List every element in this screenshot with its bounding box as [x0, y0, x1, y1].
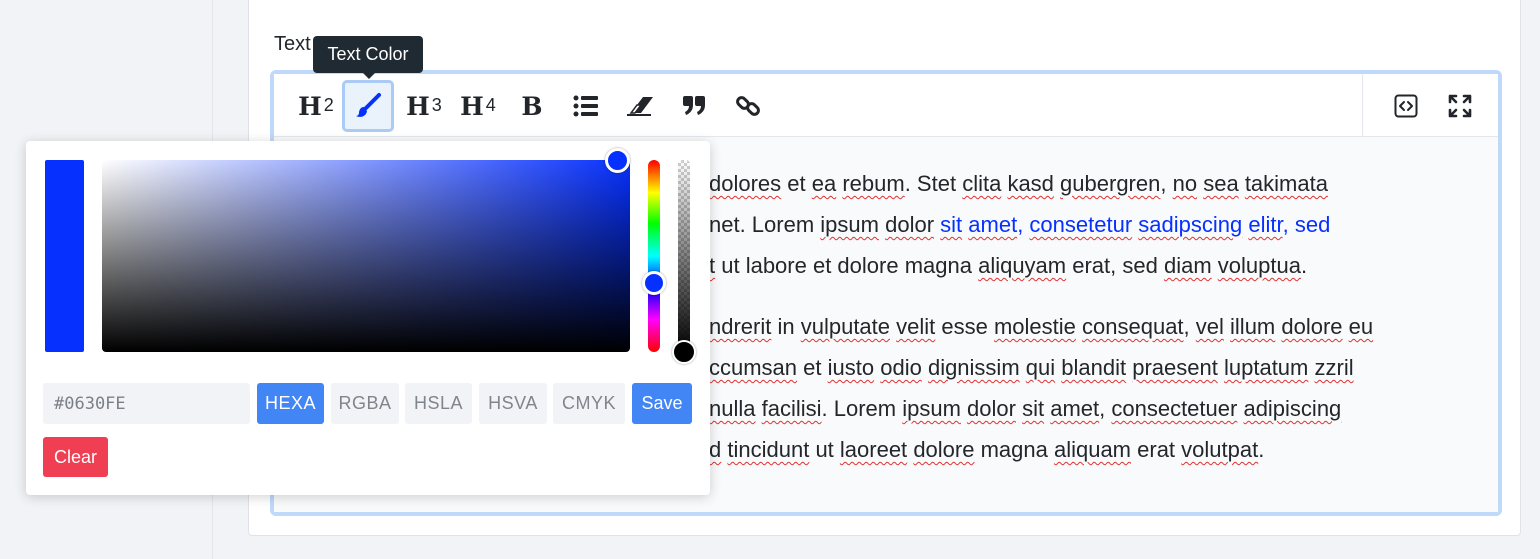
fullscreen-button[interactable] [1434, 80, 1486, 132]
toolbar-divider [1362, 74, 1363, 137]
code-view-icon [1394, 94, 1418, 118]
colored-text: sit amet, consetetur sadipscing elitr, s… [940, 212, 1331, 237]
heading-2-button[interactable]: H2 [290, 80, 342, 132]
code-view-button[interactable] [1380, 80, 1432, 132]
mode-rgba-button[interactable]: RGBA [331, 383, 399, 424]
brush-icon [356, 93, 381, 117]
mode-cmyk-button[interactable]: CMYK [553, 383, 625, 424]
link-button[interactable] [722, 80, 774, 132]
heading-2-icon: H2 [298, 91, 334, 121]
hue-slider[interactable] [648, 160, 660, 352]
saturation-palette[interactable] [102, 160, 630, 352]
color-preview [45, 160, 84, 352]
opacity-handle[interactable] [672, 340, 696, 364]
save-button[interactable]: Save [632, 383, 692, 424]
color-value-input[interactable] [43, 383, 250, 424]
heading-4-icon: H4 [460, 91, 496, 121]
editor-toolbar: H2 H3 H4 B [274, 74, 1498, 137]
field-label: Text [274, 33, 311, 55]
heading-3-button[interactable]: H3 [398, 80, 450, 132]
text-color-button[interactable] [342, 80, 394, 132]
color-picker-popup: HEXA RGBA HSLA HSVA CMYK Save Clear [26, 141, 710, 495]
bold-button[interactable]: B [506, 80, 558, 132]
fullscreen-icon [1448, 94, 1472, 118]
heading-4-button[interactable]: H4 [452, 80, 504, 132]
quote-icon [683, 96, 705, 115]
clear-button[interactable]: Clear [43, 437, 108, 477]
heading-3-icon: H3 [406, 91, 442, 121]
bullet-list-icon [573, 95, 598, 117]
eraser-icon [627, 97, 653, 116]
bold-icon: B [521, 91, 543, 121]
bullet-list-button[interactable] [560, 80, 612, 132]
link-icon [736, 96, 760, 116]
opacity-slider[interactable] [678, 160, 690, 352]
mode-hsla-button[interactable]: HSLA [405, 383, 472, 424]
tooltip: Text Color [313, 36, 423, 79]
mode-hexa-button[interactable]: HEXA [257, 383, 324, 424]
hue-handle[interactable] [642, 271, 666, 295]
blockquote-button[interactable] [668, 80, 720, 132]
palette-handle[interactable] [605, 148, 630, 173]
clear-format-button[interactable] [614, 80, 666, 132]
mode-hsva-button[interactable]: HSVA [479, 383, 547, 424]
